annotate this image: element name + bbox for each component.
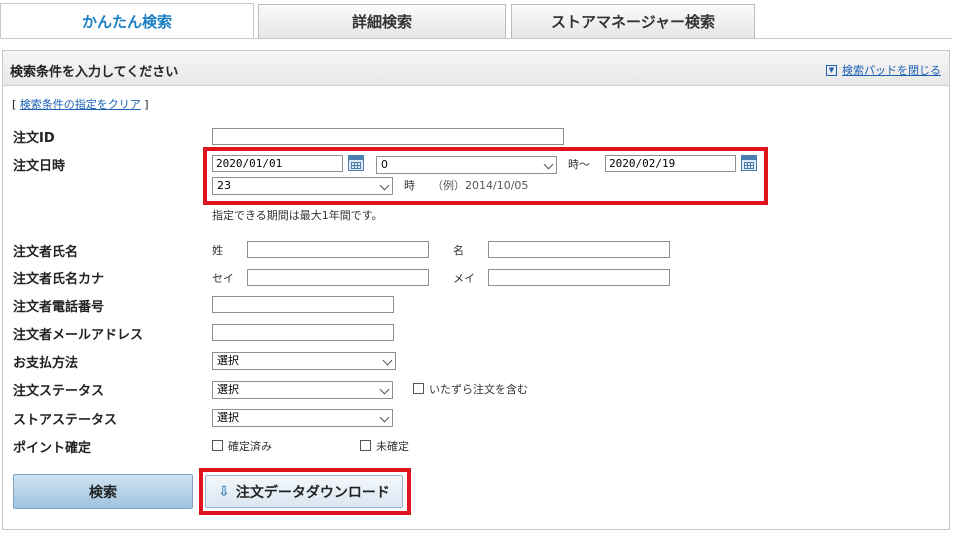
search-button[interactable]: 検索	[13, 474, 193, 509]
close-pad-label: 検索パッドを閉じる	[842, 64, 941, 77]
email-label: 注文者メールアドレス	[13, 328, 144, 343]
payment-value: 選択	[217, 354, 239, 367]
bracket-open: [	[12, 98, 20, 111]
tab-detail-search[interactable]: 詳細検索	[258, 4, 506, 38]
sei-label: 姓	[212, 244, 223, 257]
store-status-select[interactable]: 選択	[212, 409, 393, 427]
tab-label: かんたん検索	[81, 13, 172, 31]
order-id-label: 注文ID	[13, 131, 55, 146]
tab-store-manager-search[interactable]: ストアマネージャー検索	[511, 4, 755, 38]
search-button-label: 検索	[89, 484, 117, 501]
last-name-kana-input[interactable]	[247, 269, 429, 286]
payment-select[interactable]: 選択	[212, 352, 396, 370]
tab-label: 詳細検索	[351, 13, 412, 31]
chevron-down-icon	[382, 355, 393, 366]
tab-label: ストアマネージャー検索	[551, 13, 715, 31]
close-pad-link[interactable]: ▼ 検索パッドを閉じる	[826, 62, 941, 78]
chevron-down-icon	[379, 412, 390, 423]
clear-conditions-line: [ 検索条件の指定をクリア ]	[12, 96, 149, 112]
first-name-kana-input[interactable]	[488, 269, 670, 286]
last-name-input[interactable]	[247, 241, 429, 258]
tab-divider	[0, 38, 952, 39]
bracket-close: ]	[140, 98, 149, 111]
search-panel: 検索条件を入力してください ▼ 検索パッドを閉じる	[2, 50, 950, 530]
clear-conditions-link[interactable]: 検索条件の指定をクリア	[20, 98, 141, 111]
store-status-value: 選択	[217, 411, 239, 424]
tab-easy-search[interactable]: かんたん検索	[0, 3, 254, 39]
points-confirmed-label: 確定済み	[228, 440, 272, 453]
store-status-label: ストアステータス	[13, 413, 118, 428]
order-status-value: 選択	[217, 383, 239, 396]
orderer-kana-label: 注文者氏名カナ	[13, 272, 105, 287]
points-confirmed-checkbox[interactable]	[212, 440, 223, 451]
order-status-label: 注文ステータス	[13, 384, 105, 399]
panel-header: 検索条件を入力してください ▼ 検索パッドを閉じる	[3, 51, 949, 86]
phone-input[interactable]	[212, 296, 394, 313]
phone-label: 注文者電話番号	[13, 300, 105, 315]
email-input[interactable]	[212, 324, 394, 341]
first-name-input[interactable]	[488, 241, 670, 258]
sei-kana-label: セイ	[212, 272, 234, 285]
chevron-down-icon	[379, 384, 390, 395]
triangle-down-icon: ▼	[826, 64, 837, 76]
order-id-input[interactable]	[212, 128, 564, 145]
mei-kana-label: メイ	[453, 272, 475, 285]
order-status-select[interactable]: 選択	[212, 381, 393, 399]
panel-title: 検索条件を入力してください	[10, 65, 179, 80]
search-tabs: かんたん検索 詳細検索 ストアマネージャー検索	[0, 0, 958, 40]
points-label: ポイント確定	[13, 441, 92, 456]
mei-label: 名	[453, 244, 464, 257]
points-unconfirmed-checkbox[interactable]	[360, 440, 371, 451]
prank-order-checkbox[interactable]	[413, 383, 424, 394]
date-highlight-box	[203, 147, 768, 205]
date-range-note: 指定できる期間は最大1年間です。	[212, 209, 383, 222]
download-highlight-box	[199, 468, 411, 515]
order-datetime-label: 注文日時	[13, 159, 66, 174]
points-unconfirmed-label: 未確定	[376, 440, 409, 453]
prank-order-label: いたずら注文を含む	[429, 383, 528, 396]
payment-label: お支払方法	[13, 356, 79, 371]
orderer-name-label: 注文者氏名	[13, 245, 79, 260]
